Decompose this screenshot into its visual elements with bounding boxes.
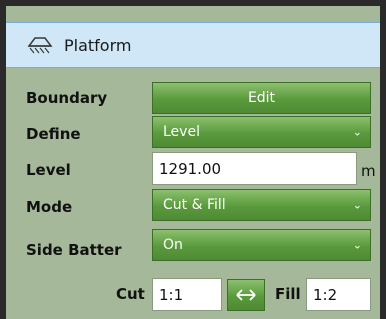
fill-value: 1:2 bbox=[313, 285, 338, 304]
level-value: 1291.00 bbox=[159, 159, 222, 178]
fill-label: Fill bbox=[275, 285, 301, 303]
chevron-down-icon: ⌄ bbox=[352, 198, 362, 212]
swap-cut-fill-button[interactable] bbox=[227, 279, 265, 311]
mode-dropdown[interactable]: Cut & Fill ⌄ bbox=[152, 189, 371, 221]
level-input[interactable]: 1291.00 bbox=[152, 152, 357, 185]
mode-value: Cut & Fill bbox=[163, 197, 226, 213]
define-value: Level bbox=[163, 124, 200, 140]
cut-input[interactable]: 1:1 bbox=[152, 278, 222, 311]
side-batter-value: On bbox=[163, 237, 183, 253]
platform-icon bbox=[27, 37, 53, 54]
panel-title: Platform bbox=[64, 35, 132, 55]
level-label: Level bbox=[26, 161, 71, 179]
edit-button-label: Edit bbox=[247, 90, 276, 106]
chevron-down-icon: ⌄ bbox=[352, 125, 362, 139]
chevron-down-icon: ⌄ bbox=[352, 238, 362, 252]
define-dropdown[interactable]: Level ⌄ bbox=[152, 116, 371, 148]
cut-label: Cut bbox=[116, 285, 145, 303]
fill-input[interactable]: 1:2 bbox=[306, 278, 371, 311]
panel-header: Platform bbox=[6, 22, 380, 68]
cut-value: 1:1 bbox=[159, 285, 184, 304]
side-batter-dropdown[interactable]: On ⌄ bbox=[152, 229, 371, 261]
edit-boundary-button[interactable]: Edit bbox=[152, 82, 371, 114]
define-label: Define bbox=[26, 125, 81, 143]
side-batter-label: Side Batter bbox=[26, 241, 122, 259]
mode-label: Mode bbox=[26, 198, 73, 216]
swap-arrows-icon bbox=[236, 289, 256, 301]
boundary-label: Boundary bbox=[26, 89, 108, 107]
level-unit: m bbox=[361, 162, 376, 180]
